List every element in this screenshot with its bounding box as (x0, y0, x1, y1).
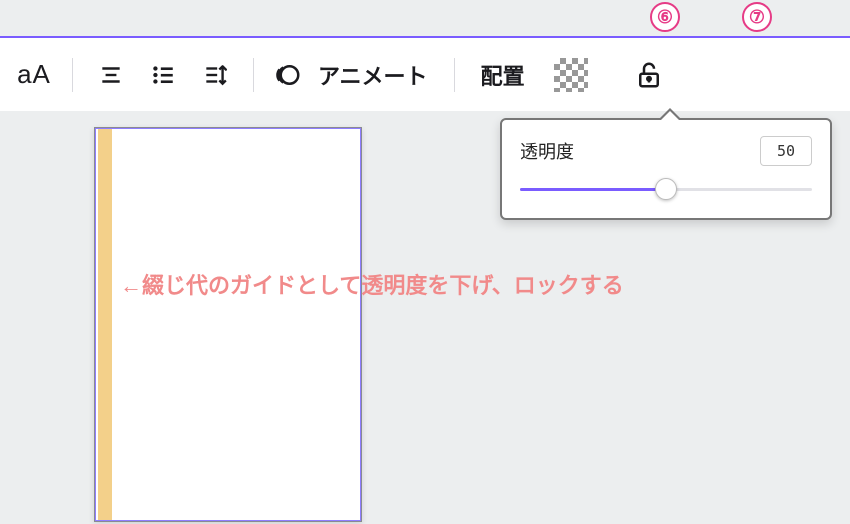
typography-button[interactable]: aA (14, 55, 54, 95)
animate-button[interactable]: アニメート (272, 55, 436, 95)
align-icon (98, 62, 124, 88)
separator (253, 58, 254, 92)
annotation-text: ←綴じ代のガイドとして透明度を下げ、ロックする (120, 268, 624, 300)
selection-outline (95, 128, 361, 521)
separator (454, 58, 455, 92)
gutter-guide[interactable] (98, 128, 112, 521)
transparency-slider[interactable] (520, 180, 812, 198)
spacing-button[interactable] (195, 55, 235, 95)
transparency-popover: 透明度 (500, 118, 832, 220)
position-button[interactable]: 配置 (473, 55, 533, 95)
transparency-label: 透明度 (520, 138, 574, 164)
transparency-button[interactable] (551, 55, 591, 95)
animate-icon (272, 60, 302, 90)
animate-label: アニメート (310, 59, 436, 91)
page[interactable] (94, 127, 362, 522)
toolbar: aA アニメート (0, 38, 850, 111)
transparency-input[interactable] (760, 136, 812, 166)
spacing-icon (202, 62, 228, 88)
popover-arrow (658, 108, 682, 120)
step-badge-6: ⑥ (650, 2, 680, 32)
step-badge-7: ⑦ (742, 2, 772, 32)
list-button[interactable] (143, 55, 183, 95)
separator (72, 58, 73, 92)
slider-thumb[interactable] (655, 178, 677, 200)
lock-open-icon (634, 60, 664, 90)
typography-label: aA (17, 59, 51, 90)
list-icon (150, 62, 176, 88)
slider-fill (520, 188, 666, 191)
align-button[interactable] (91, 55, 131, 95)
checker-icon (554, 58, 588, 92)
lock-button[interactable] (629, 55, 669, 95)
